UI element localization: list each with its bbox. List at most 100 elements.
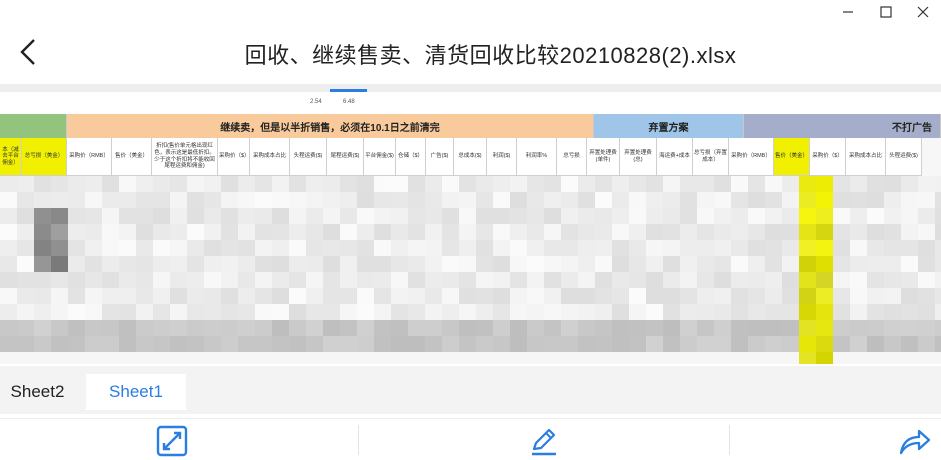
blurred-cell [408, 352, 425, 364]
column-header-cell[interactable]: 总亏损 [557, 138, 587, 176]
blurred-cell [357, 272, 374, 288]
blurred-cell [204, 208, 221, 224]
blurred-cell [476, 240, 493, 256]
column-header-cell[interactable]: 弃置处理费(总) [620, 138, 657, 176]
column-header-cell[interactable]: 平台佣金($) [364, 138, 396, 176]
column-header-cell[interactable]: 采购价（$） [218, 138, 250, 176]
blurred-cell [204, 288, 221, 304]
blurred-cell [816, 304, 833, 320]
column-header-cell[interactable]: 利润($) [487, 138, 517, 176]
blurred-cell [629, 336, 646, 352]
blurred-cell [153, 208, 170, 224]
blurred-cell [884, 256, 901, 272]
blurred-cell [595, 352, 612, 364]
blurred-cell [782, 208, 799, 224]
blurred-cell [102, 240, 119, 256]
column-header-cell[interactable]: 采购成本占比 [846, 138, 886, 176]
column-header-cell[interactable]: 头程运费($) [290, 138, 327, 176]
share-icon[interactable] [896, 425, 932, 457]
blurred-cell [272, 192, 289, 208]
blurred-cell [782, 320, 799, 336]
column-header-cell[interactable]: 广告($) [426, 138, 454, 176]
blurred-cell [765, 176, 782, 192]
column-header-cell[interactable]: 头程运费($) [886, 138, 922, 176]
section-band-green[interactable] [0, 114, 67, 138]
spreadsheet-row[interactable]: 2.54 6.48 [0, 92, 941, 115]
blurred-cell [187, 304, 204, 320]
blurred-cell [51, 208, 68, 224]
blurred-cell [884, 336, 901, 352]
blurred-cell [187, 224, 204, 240]
blurred-cell [51, 256, 68, 272]
minimize-icon[interactable] [830, 0, 866, 24]
blurred-cell [102, 256, 119, 272]
section-band-no-ads[interactable]: 不打广告 [744, 114, 941, 138]
blurred-cell [204, 224, 221, 240]
chevron-left-icon[interactable] [10, 34, 46, 70]
close-icon[interactable] [905, 0, 941, 24]
column-header-cell[interactable]: 售价（美金） [112, 138, 152, 176]
column-header-cell[interactable]: 弃置处理费(单件) [587, 138, 620, 176]
blurred-data-body[interactable] [0, 176, 941, 364]
blurred-cell [901, 224, 918, 240]
tab-sheet2[interactable]: Sheet2 [0, 374, 75, 410]
blurred-cell [476, 176, 493, 192]
blurred-cell [476, 352, 493, 364]
blurred-cell [408, 336, 425, 352]
blurred-cell [816, 320, 833, 336]
cell-value[interactable]: 2.54 [310, 99, 322, 105]
blurred-cell [901, 352, 918, 364]
blurred-cell [493, 240, 510, 256]
column-header-cell[interactable]: 总亏损（美金） [22, 138, 67, 176]
section-band-disposal[interactable]: 弃置方案 [594, 114, 744, 138]
blurred-cell [289, 224, 306, 240]
blurred-cell [238, 288, 255, 304]
blurred-cell [51, 320, 68, 336]
column-header-cell[interactable]: 利润率% [517, 138, 557, 176]
column-header-cell[interactable]: 尾程运费($) [327, 138, 364, 176]
blurred-cell [425, 304, 442, 320]
blurred-cell [374, 192, 391, 208]
blurred-cell [34, 224, 51, 240]
column-header-cell[interactable]: 采购价（$） [810, 138, 846, 176]
blurred-cell [34, 288, 51, 304]
blurred-cell [612, 240, 629, 256]
blurred-cell [901, 208, 918, 224]
blurred-cell [187, 240, 204, 256]
window-titlebar [0, 0, 941, 24]
column-header-cell[interactable]: 仓储（$） [396, 138, 426, 176]
column-header-cell[interactable]: 本（减去平台佣金） [0, 138, 22, 176]
blurred-cell [85, 224, 102, 240]
blurred-cell [663, 288, 680, 304]
blurred-cell [204, 336, 221, 352]
blurred-cell [408, 304, 425, 320]
column-header-cell[interactable]: 售价（美金） [774, 138, 810, 176]
column-header-cell[interactable]: 总亏损（弃置成本） [693, 138, 729, 176]
blurred-cell [595, 272, 612, 288]
blurred-cell [306, 192, 323, 208]
column-header-cell[interactable]: 采购价（RMB） [729, 138, 774, 176]
section-band-continue-sale[interactable]: 继续卖，但是以半折销售，必须在10.1日之前清完 [67, 114, 594, 138]
blurred-cell [255, 256, 272, 272]
tab-sheet1[interactable]: Sheet1 [86, 374, 186, 410]
blurred-cell [204, 272, 221, 288]
blurred-cell [85, 352, 102, 364]
blurred-cell [731, 288, 748, 304]
column-header-cell[interactable]: 采购价（RMB） [67, 138, 112, 176]
spreadsheet-grid[interactable]: 2.54 6.48 继续卖，但是以半折销售，必须在10.1日之前清完 弃置方案 … [0, 84, 941, 364]
column-header-cell[interactable]: 折扣(售价单元格出现红色，表示这是最低折扣。少于这个折扣将不能收回尾程运费和佣金… [152, 138, 218, 176]
maximize-icon[interactable] [868, 0, 904, 24]
column-header-cell[interactable]: 采购成本占比 [250, 138, 290, 176]
edit-pencil-icon[interactable] [526, 425, 562, 457]
blurred-cell [17, 272, 34, 288]
column-header-cell[interactable]: 海运费+成本 [657, 138, 693, 176]
blurred-cell [136, 224, 153, 240]
column-header-cell[interactable]: 总成本($) [454, 138, 487, 176]
cell-value[interactable]: 6.48 [343, 99, 355, 105]
expand-icon[interactable] [154, 425, 190, 457]
blurred-cell [119, 192, 136, 208]
blurred-cell [731, 320, 748, 336]
blurred-cell [714, 336, 731, 352]
blurred-cell [901, 272, 918, 288]
blurred-cell [306, 176, 323, 192]
